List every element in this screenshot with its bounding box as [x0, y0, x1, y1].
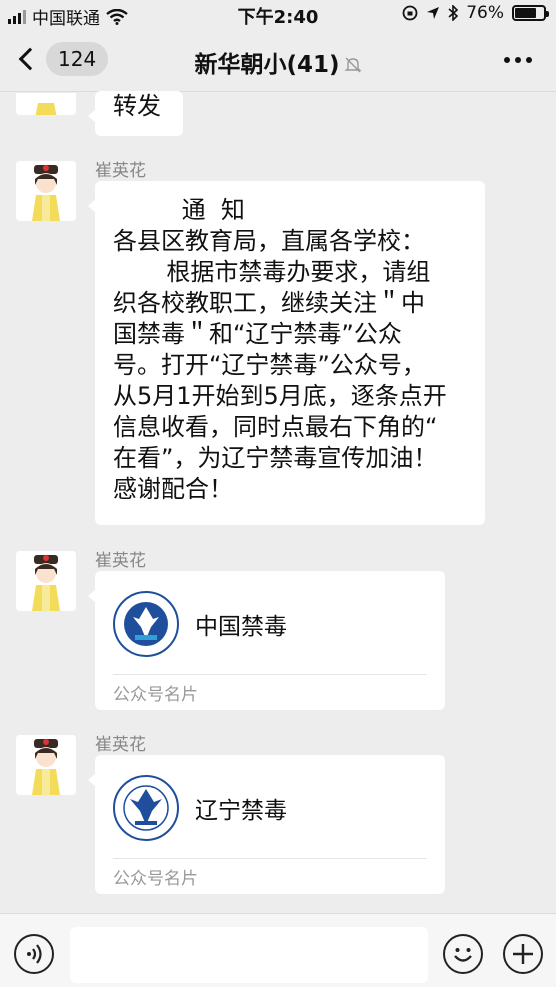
message-0: 转发	[0, 91, 556, 138]
battery-level	[515, 8, 537, 18]
avatar[interactable]	[16, 161, 76, 221]
avatar-figure-icon	[16, 161, 76, 221]
more-dots-icon	[504, 57, 510, 63]
input-bar	[0, 913, 556, 987]
card-account-name: 中国禁毒	[195, 614, 287, 640]
sender-name: 崔英花	[95, 735, 146, 755]
card-account-name: 辽宁禁毒	[195, 798, 287, 824]
message-bubble[interactable]: 通 知 各县区教育局，直属各学校： 根据市禁毒办要求，请组 织各校教职工，继续关…	[88, 181, 485, 525]
liaoning-narcotics-logo-icon	[113, 775, 179, 841]
notice-line: 根据市禁毒办要求，请组	[113, 258, 431, 286]
sender-name: 崔英花	[95, 551, 146, 571]
more-button[interactable]	[504, 57, 532, 63]
notice-line: 号。打开“辽宁禁毒”公众号，	[113, 351, 426, 379]
avatar[interactable]	[16, 551, 76, 611]
bluetooth-icon	[448, 5, 459, 21]
sender-name: 崔英花	[95, 161, 146, 181]
avatar-figure-icon	[16, 551, 76, 611]
status-right: 76%	[402, 3, 549, 23]
notice-line: 各县区教育局，直属各学校：	[113, 227, 425, 255]
notice-line: 从5月1开始到5月底，逐条点开	[113, 382, 447, 410]
mute-bell-icon	[343, 57, 362, 73]
voice-button[interactable]	[14, 934, 54, 974]
nav-bar: 124 新华朝小(41)	[0, 28, 556, 92]
official-account-card[interactable]: 中国禁毒 公众号名片	[88, 571, 445, 710]
plus-icon	[513, 944, 533, 964]
orientation-lock-icon	[402, 5, 418, 21]
avatar-figure-icon	[16, 735, 76, 795]
notice-line: 信息收看，同时点最右下角的“	[113, 413, 438, 441]
notice-line: 通 知	[113, 196, 245, 224]
official-account-card[interactable]: 辽宁禁毒 公众号名片	[88, 755, 445, 894]
notice-line: 国禁毒＂和“辽宁禁毒”公众	[113, 320, 402, 348]
voice-icon	[27, 944, 42, 964]
card-type-label: 公众号名片	[113, 685, 198, 705]
battery-icon	[512, 5, 549, 21]
message-input[interactable]	[70, 927, 428, 983]
message-bubble[interactable]: 转发	[88, 91, 183, 136]
notice-line: 织各校教职工，继续关注＂中	[113, 289, 425, 317]
emoji-button[interactable]	[443, 934, 483, 974]
chat-title-wrap[interactable]: 新华朝小(41)	[0, 45, 556, 79]
battery-percent: 76%	[466, 3, 504, 23]
location-icon	[427, 7, 440, 19]
notice-line: 在看”，为辽宁禁毒宣传加油！	[113, 444, 438, 472]
plus-button[interactable]	[503, 934, 543, 974]
status-bar: 中国联通 下午2:40 76%	[0, 0, 556, 29]
chat-title: 新华朝小(41)	[194, 52, 340, 78]
card-type-label: 公众号名片	[113, 869, 198, 889]
china-narcotics-logo-icon	[113, 591, 179, 657]
notice-line: 感谢配合！	[113, 475, 233, 503]
emoji-icon	[454, 948, 472, 962]
message-text: 转发	[113, 92, 161, 120]
avatar[interactable]	[16, 735, 76, 795]
card-divider	[113, 674, 427, 675]
card-divider	[113, 858, 427, 859]
